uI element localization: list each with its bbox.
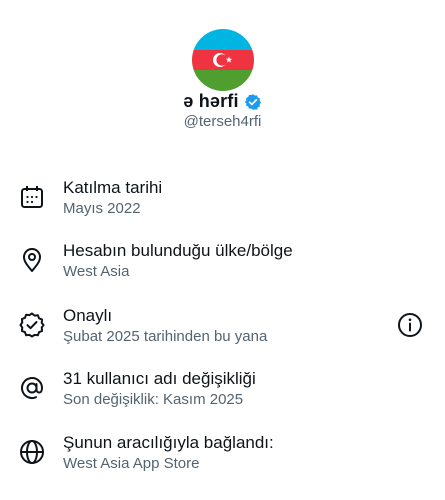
azerbaijan-flag-icon — [192, 29, 254, 91]
info-row-title: Katılma tarihi — [63, 178, 163, 197]
info-row-location: Hesabın bulunduğu ülke/bölge West Asia — [18, 241, 433, 285]
location-pin-icon — [18, 246, 46, 274]
avatar[interactable] — [192, 29, 254, 91]
info-row-title: Onaylı — [63, 306, 113, 325]
info-row-verified: Onaylı Şubat 2025 tarihinden bu yana — [18, 306, 433, 350]
info-row-subtitle: Son değişiklik: Kasım 2025 — [63, 391, 244, 408]
info-icon[interactable] — [397, 312, 423, 338]
info-row-subtitle: Mayıs 2022 — [63, 200, 141, 217]
info-row-subtitle: West Asia — [63, 263, 130, 280]
info-row-title: Şunun aracılığıyla bağlandı: — [63, 433, 274, 452]
info-row-title: Hesabın bulunduğu ülke/bölge — [63, 241, 293, 260]
calendar-icon — [18, 183, 46, 211]
info-row-subtitle: West Asia App Store — [63, 455, 200, 472]
at-sign-icon — [18, 374, 46, 402]
info-row-connected-via: Şunun aracılığıyla bağlandı: West Asia A… — [18, 433, 433, 477]
profile-name-row: ə hərfi — [0, 91, 445, 112]
display-name: ə hərfi — [183, 91, 239, 111]
info-row-subtitle: Şubat 2025 tarihinden bu yana — [63, 328, 268, 345]
info-row-title: 31 kullanıcı adı değişikliği — [63, 369, 256, 388]
handle: @terseh4rfi — [183, 113, 262, 130]
verified-badge-icon[interactable] — [244, 93, 262, 111]
info-row-join-date: Katılma tarihi Mayıs 2022 — [18, 178, 433, 222]
info-row-username-changes: 31 kullanıcı adı değişikliği Son değişik… — [18, 369, 433, 413]
globe-icon — [18, 438, 46, 466]
verified-seal-icon — [18, 311, 46, 339]
